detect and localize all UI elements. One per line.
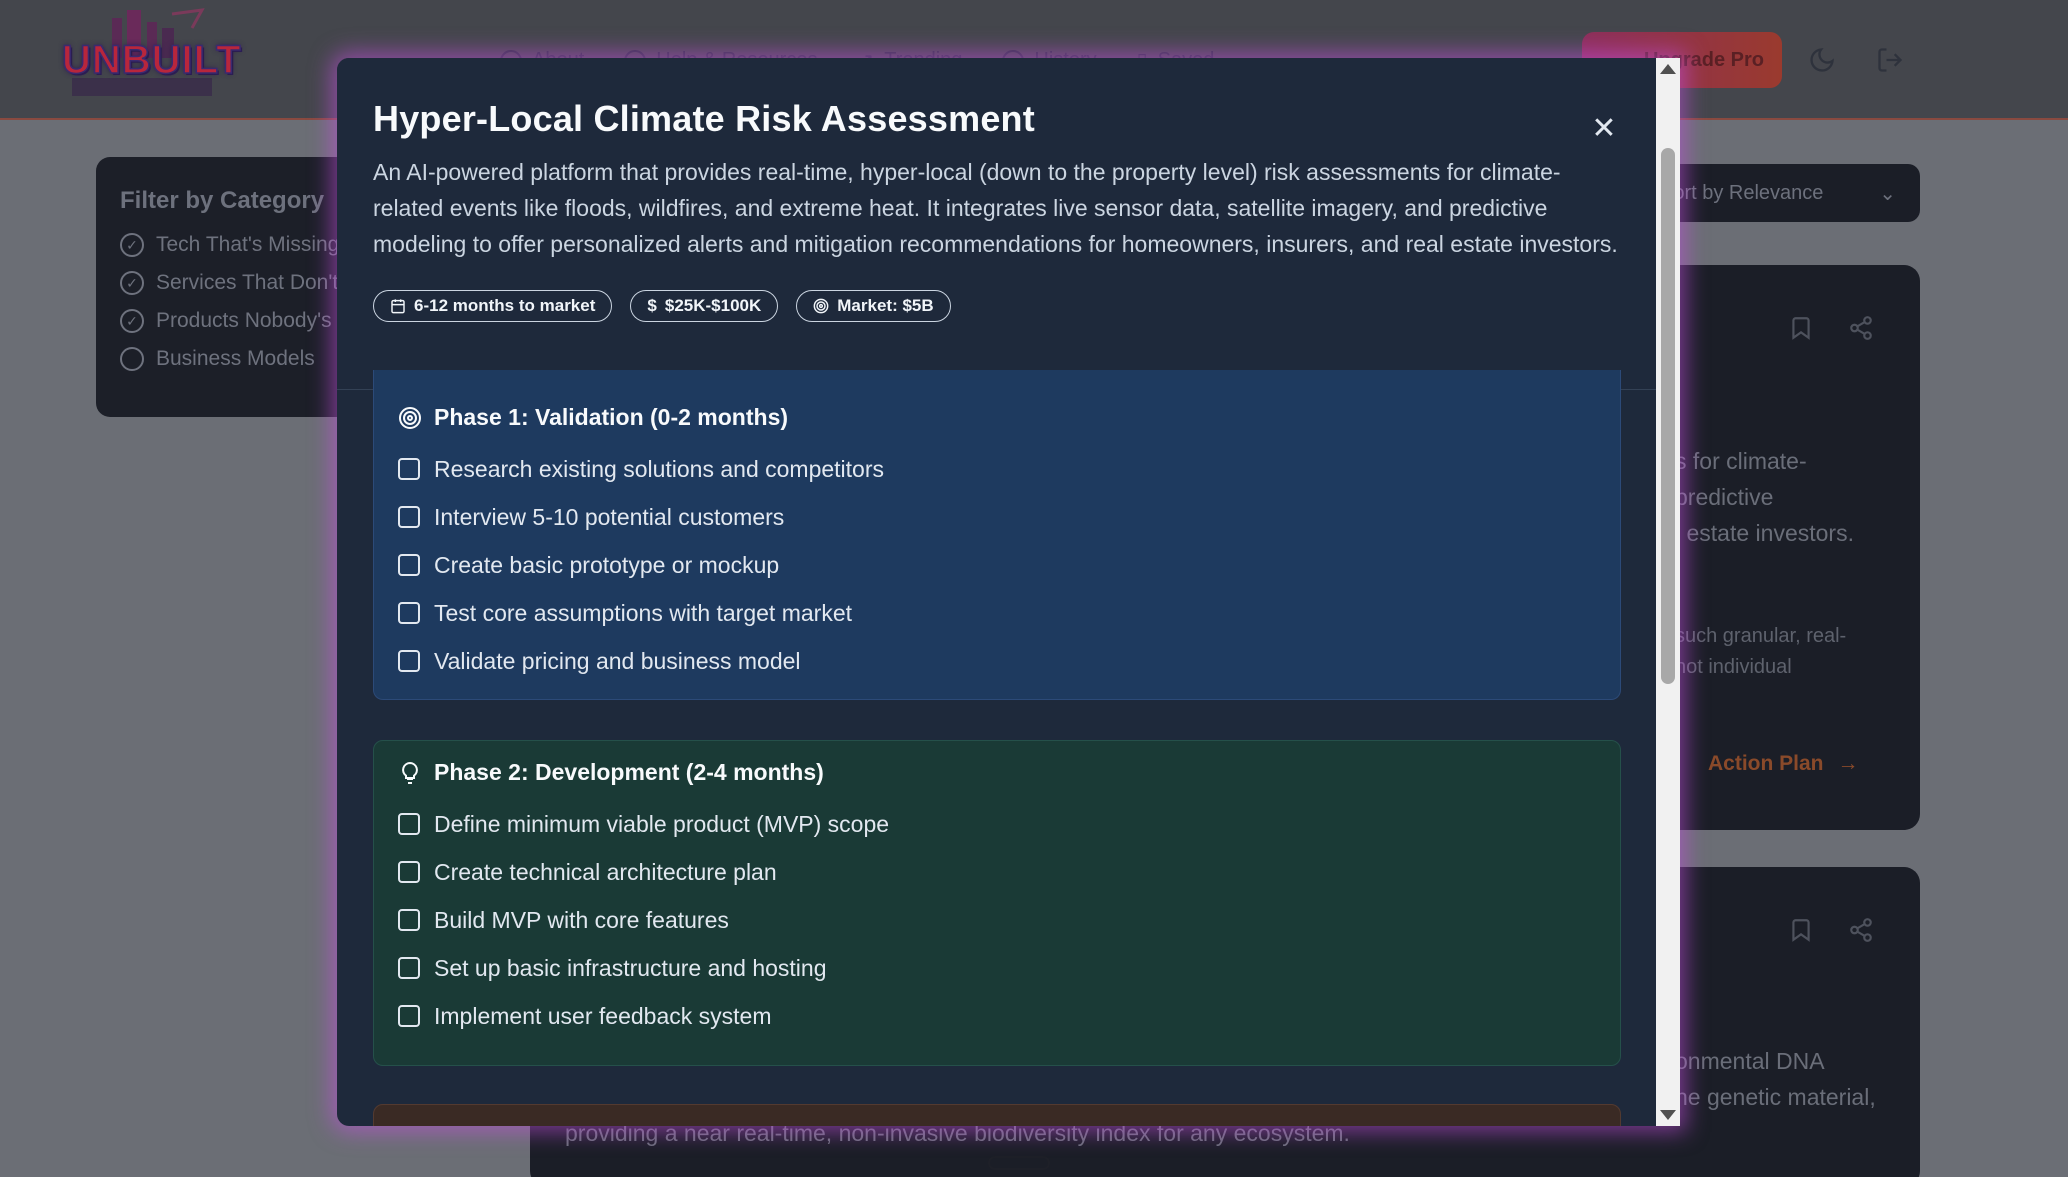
bookmark-icon[interactable]	[1788, 917, 1814, 943]
task-checkbox[interactable]	[398, 650, 420, 672]
action-plan-link[interactable]: Action Plan →	[1708, 752, 1859, 776]
unbuilt-logo[interactable]: UNBUILT	[52, 8, 241, 108]
scroll-down-arrow[interactable]	[1660, 1110, 1676, 1120]
modal-scrollbar[interactable]	[1656, 58, 1680, 1126]
task-item[interactable]: Validate pricing and business model	[398, 637, 1596, 685]
moon-icon[interactable]	[1808, 46, 1836, 74]
calendar-icon	[391, 299, 405, 314]
phase-card-validation: Phase 1: Validation (0-2 months) Researc…	[373, 370, 1621, 700]
task-checkbox[interactable]	[398, 458, 420, 480]
task-checkbox[interactable]	[398, 602, 420, 624]
share-icon[interactable]	[1848, 315, 1874, 341]
task-item[interactable]: Implement user feedback system	[398, 992, 1596, 1040]
target-icon	[399, 406, 421, 429]
card-description-fragment: s for climate- predictive l estate inves…	[1675, 448, 1854, 546]
share-icon[interactable]	[1848, 917, 1874, 943]
phase-card-development: Phase 2: Development (2-4 months) Define…	[373, 740, 1621, 1066]
time-to-market-badge: 6-12 months to market	[373, 290, 613, 322]
task-item[interactable]: Research existing solutions and competit…	[398, 445, 1596, 493]
scroll-indicator	[988, 1156, 1050, 1170]
task-item[interactable]: Set up basic infrastructure and hosting	[398, 944, 1596, 992]
chevron-down-icon: ⌄	[1879, 182, 1896, 205]
scroll-thumb[interactable]	[1661, 148, 1675, 684]
modal-description: An AI-powered platform that provides rea…	[373, 159, 1618, 257]
card-description-fragment: onmental DNA he genetic material,	[1675, 1048, 1876, 1110]
empty-circle-icon	[120, 347, 144, 371]
task-item[interactable]: Interview 5-10 potential customers	[398, 493, 1596, 541]
badge-row: 6-12 months to market $ $25K-$100K Marke…	[373, 290, 1621, 322]
bookmark-icon[interactable]	[1788, 315, 1814, 341]
lightbulb-icon	[402, 761, 418, 784]
cost-badge: $ $25K-$100K	[630, 290, 779, 322]
task-item[interactable]: Test core assumptions with target market	[398, 589, 1596, 637]
task-checkbox[interactable]	[398, 1005, 420, 1027]
task-item[interactable]: Create technical architecture plan	[398, 848, 1596, 896]
phase-heading: Phase 1: Validation (0-2 months)	[398, 404, 1596, 431]
action-plan-modal: Hyper-Local Climate Risk Assessment An A…	[337, 58, 1680, 1126]
close-button[interactable]: ✕	[1584, 108, 1624, 148]
arrow-right-icon: →	[1837, 752, 1859, 775]
phase-card-next	[373, 1104, 1621, 1126]
task-checkbox[interactable]	[398, 554, 420, 576]
target-icon	[813, 298, 829, 314]
market-size-badge: Market: $5B	[796, 290, 951, 322]
task-checkbox[interactable]	[398, 957, 420, 979]
modal-body: Phase 1: Validation (0-2 months) Researc…	[373, 370, 1621, 1126]
task-checkbox[interactable]	[398, 813, 420, 835]
logout-icon[interactable]	[1876, 46, 1904, 74]
task-checkbox[interactable]	[398, 506, 420, 528]
scroll-up-arrow[interactable]	[1660, 64, 1676, 74]
task-item[interactable]: Create basic prototype or mockup	[398, 541, 1596, 589]
task-checkbox[interactable]	[398, 861, 420, 883]
modal-header: Hyper-Local Climate Risk Assessment An A…	[337, 58, 1657, 390]
check-circle-icon: ✓	[120, 309, 144, 333]
dollar-icon: $	[647, 296, 657, 315]
task-item[interactable]: Define minimum viable product (MVP) scop…	[398, 800, 1596, 848]
card-note-fragment: such granular, real- not individual	[1675, 625, 1847, 678]
check-circle-icon: ✓	[120, 271, 144, 295]
phase-heading: Phase 2: Development (2-4 months)	[398, 759, 1596, 786]
check-circle-icon: ✓	[120, 233, 144, 257]
task-item[interactable]: Build MVP with core features	[398, 896, 1596, 944]
modal-title: Hyper-Local Climate Risk Assessment	[373, 98, 1035, 139]
task-checkbox[interactable]	[398, 909, 420, 931]
logo-wordmark: UNBUILT	[61, 37, 242, 83]
